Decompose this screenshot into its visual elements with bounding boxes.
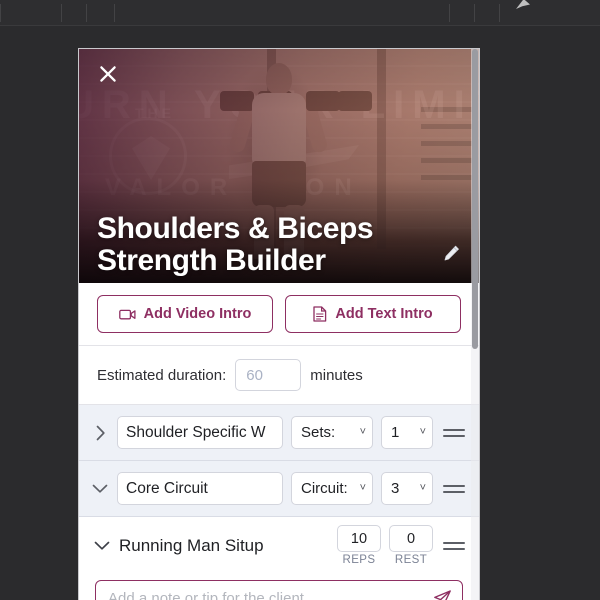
video-camera-icon — [118, 308, 136, 321]
pencil-edit-icon[interactable] — [442, 244, 461, 268]
group-count-select-1[interactable]: 1 ˅ — [381, 416, 433, 449]
rest-metric: REST — [389, 525, 433, 566]
toolbar-cell-7[interactable] — [500, 4, 600, 22]
estimated-duration-input[interactable] — [235, 359, 302, 391]
intro-buttons-row: Add Video Intro Add Text Intro — [79, 283, 479, 346]
group-type-select-1[interactable]: Sets: ˅ — [291, 416, 373, 449]
group-count-value-1: 1 — [391, 424, 400, 441]
reps-label: REPS — [342, 554, 376, 566]
estimated-duration-unit: minutes — [310, 366, 363, 384]
group-name-input-1[interactable] — [117, 416, 283, 449]
chevron-right-icon[interactable] — [91, 424, 109, 442]
rest-label: REST — [394, 554, 428, 566]
send-paper-plane-icon[interactable] — [431, 587, 453, 600]
group-name-input-2[interactable] — [117, 472, 283, 505]
add-text-intro-button[interactable]: Add Text Intro — [285, 295, 461, 333]
close-icon[interactable] — [95, 61, 121, 87]
client-note-input[interactable] — [96, 581, 462, 600]
group-type-value-2: Circuit: — [301, 480, 348, 497]
toolbar-cell-4[interactable] — [115, 4, 450, 22]
estimated-duration-row: Estimated duration: minutes — [79, 346, 479, 405]
toolbar-cell-2[interactable] — [62, 4, 87, 22]
rest-input[interactable] — [389, 525, 433, 552]
chevron-down-icon[interactable] — [91, 480, 109, 498]
toolbar-cell-strip — [0, 4, 600, 22]
chevron-down-icon[interactable] — [93, 537, 111, 555]
add-video-intro-label: Add Video Intro — [143, 306, 252, 322]
toolbar-cell-6[interactable] — [475, 4, 500, 22]
client-note-field — [95, 580, 463, 600]
page-title: Shoulders & Biceps Strength Builder — [97, 211, 374, 277]
modal-scrollbar-track[interactable] — [471, 49, 479, 600]
workout-hero-banner: URN YOUR LIMITS THE VALOR ION — [79, 49, 479, 283]
chevron-down-icon: ˅ — [419, 426, 426, 438]
hero-title-row: Shoulders & Biceps Strength Builder — [97, 211, 461, 277]
group-type-select-2[interactable]: Circuit: ˅ — [291, 472, 373, 505]
workout-detail-modal: URN YOUR LIMITS THE VALOR ION — [78, 48, 480, 600]
reps-metric: REPS — [337, 525, 381, 566]
workout-group-row: Circuit: ˅ 3 ˅ — [79, 461, 479, 517]
drag-handle-icon[interactable] — [443, 422, 465, 444]
modal-scrollbar-thumb[interactable] — [472, 49, 478, 349]
drag-handle-icon[interactable] — [443, 535, 465, 557]
group-count-value-2: 3 — [391, 480, 400, 497]
group-type-value-1: Sets: — [301, 424, 336, 441]
estimated-duration-label: Estimated duration: — [97, 366, 227, 384]
chevron-down-icon: ˅ — [359, 426, 366, 438]
app-toolbar — [0, 0, 600, 26]
reps-input[interactable] — [337, 525, 381, 552]
drag-handle-icon[interactable] — [443, 478, 465, 500]
group-count-select-2[interactable]: 3 ˅ — [381, 472, 433, 505]
add-video-intro-button[interactable]: Add Video Intro — [97, 295, 273, 333]
document-text-icon — [313, 306, 327, 322]
exercise-name: Running Man Situp — [119, 535, 264, 555]
exercise-row: Running Man Situp REPS REST — [79, 517, 479, 574]
client-note-section — [79, 574, 479, 600]
toolbar-cell-5[interactable] — [450, 4, 475, 22]
add-text-intro-label: Add Text Intro — [335, 306, 433, 322]
toolbar-cell-1[interactable] — [0, 4, 62, 22]
screen-root: URN YOUR LIMITS THE VALOR ION — [0, 0, 600, 600]
chevron-down-icon: ˅ — [359, 482, 366, 494]
toolbar-cell-3[interactable] — [87, 4, 115, 22]
chevron-down-icon: ˅ — [419, 482, 426, 494]
workout-group-row: Sets: ˅ 1 ˅ — [79, 405, 479, 461]
